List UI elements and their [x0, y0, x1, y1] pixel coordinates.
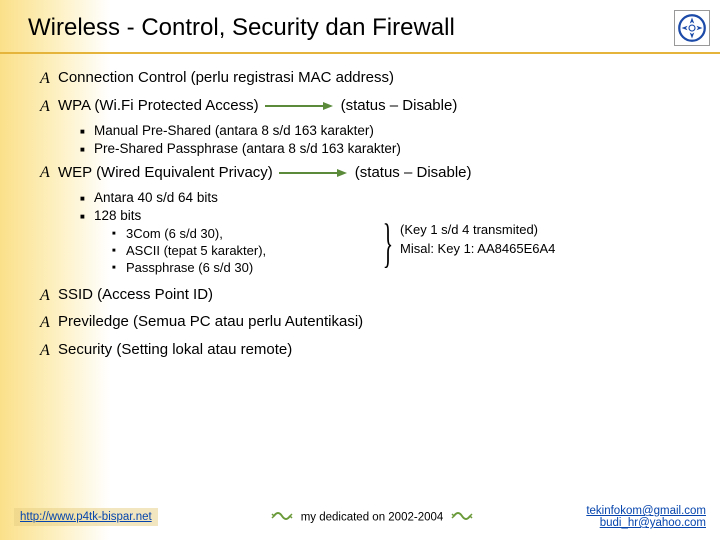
- bullet-icon: ■: [80, 190, 94, 203]
- bullet-icon: ■: [112, 260, 126, 271]
- slide-title: Wireless - Control, Security dan Firewal…: [0, 0, 720, 54]
- bullet-text: SSID (Access Point ID): [58, 285, 213, 305]
- footer-url: http://www.p4tk-bispar.net: [14, 508, 158, 526]
- bullet-text: 3Com (6 s/d 30),: [126, 226, 223, 241]
- bullet-text: Manual Pre-Shared (antara 8 s/d 163 kara…: [94, 123, 374, 138]
- swirl-icon: [450, 508, 474, 527]
- footer-emails: tekinfokom@gmail.com budi_hr@yahoo.com: [586, 505, 706, 529]
- bullet-text: Pre-Shared Passphrase (antara 8 s/d 163 …: [94, 141, 401, 156]
- bullet-text: ASCII (tepat 5 karakter),: [126, 243, 266, 258]
- bullet-text: Security (Setting lokal atau remote): [58, 340, 292, 360]
- bullet-text: Antara 40 s/d 64 bits: [94, 190, 218, 205]
- bullet-icon: ■: [112, 226, 126, 237]
- bullet-text: WEP (Wired Equivalent Privacy): [58, 163, 273, 183]
- bullet-security: A Security (Setting lokal atau remote): [40, 340, 700, 362]
- side-note: (Key 1 s/d 4 transmited) Misal: Key 1: A…: [400, 220, 555, 259]
- logo-icon: [674, 10, 710, 46]
- bullet-text: 128 bits: [94, 208, 141, 223]
- bullet-text: Previledge (Semua PC atau perlu Autentik…: [58, 312, 363, 332]
- bullet-text: WPA (Wi.Fi Protected Access): [58, 96, 259, 116]
- bullet-text: Passphrase (6 s/d 30): [126, 260, 253, 275]
- footer-link[interactable]: http://www.p4tk-bispar.net: [20, 511, 152, 523]
- sub-psk-passphrase: ■ Pre-Shared Passphrase (antara 8 s/d 16…: [80, 141, 700, 156]
- email-link-2[interactable]: budi_hr@yahoo.com: [586, 517, 706, 529]
- bullet-icon: A: [40, 340, 58, 362]
- brace-icon: }: [383, 216, 393, 270]
- footer: http://www.p4tk-bispar.net my dedicated …: [0, 494, 720, 540]
- footer-center-text: my dedicated on 2002-2004: [301, 511, 444, 523]
- bullet-icon: A: [40, 312, 58, 334]
- email-link-1[interactable]: tekinfokom@gmail.com: [586, 505, 706, 517]
- bullet-wep: A WEP (Wired Equivalent Privacy) (status…: [40, 162, 700, 184]
- sub-manual-psk: ■ Manual Pre-Shared (antara 8 s/d 163 ka…: [80, 123, 700, 138]
- bullet-icon: A: [40, 162, 58, 184]
- bullet-text: Connection Control (perlu registrasi MAC…: [58, 68, 394, 88]
- bullet-ssid: A SSID (Access Point ID): [40, 285, 700, 307]
- bullet-previledge: A Previledge (Semua PC atau perlu Autent…: [40, 312, 700, 334]
- bullet-icon: A: [40, 96, 58, 118]
- sub-40-64-bits: ■ Antara 40 s/d 64 bits: [80, 190, 700, 205]
- bullet-icon: ■: [80, 141, 94, 154]
- bullet-icon: ■: [80, 208, 94, 221]
- bullet-icon: A: [40, 68, 58, 90]
- side-line-1: (Key 1 s/d 4 transmited): [400, 220, 555, 240]
- sub-passphrase: ■ Passphrase (6 s/d 30): [112, 260, 700, 275]
- title-text: Wireless - Control, Security dan Firewal…: [28, 14, 455, 42]
- arrow-icon: [265, 100, 335, 112]
- bullet-wpa: A WPA (Wi.Fi Protected Access) (status –…: [40, 96, 700, 118]
- bullet-connection-control: A Connection Control (perlu registrasi M…: [40, 68, 700, 90]
- status-text: (status – Disable): [355, 163, 472, 183]
- footer-center: my dedicated on 2002-2004: [158, 508, 587, 527]
- bullet-icon: A: [40, 285, 58, 307]
- swirl-icon: [270, 508, 294, 527]
- bullet-icon: ■: [80, 123, 94, 136]
- side-line-2: Misal: Key 1: AA8465E6A4: [400, 239, 555, 259]
- bullet-icon: ■: [112, 243, 126, 254]
- arrow-icon: [279, 167, 349, 179]
- status-text: (status – Disable): [341, 96, 458, 116]
